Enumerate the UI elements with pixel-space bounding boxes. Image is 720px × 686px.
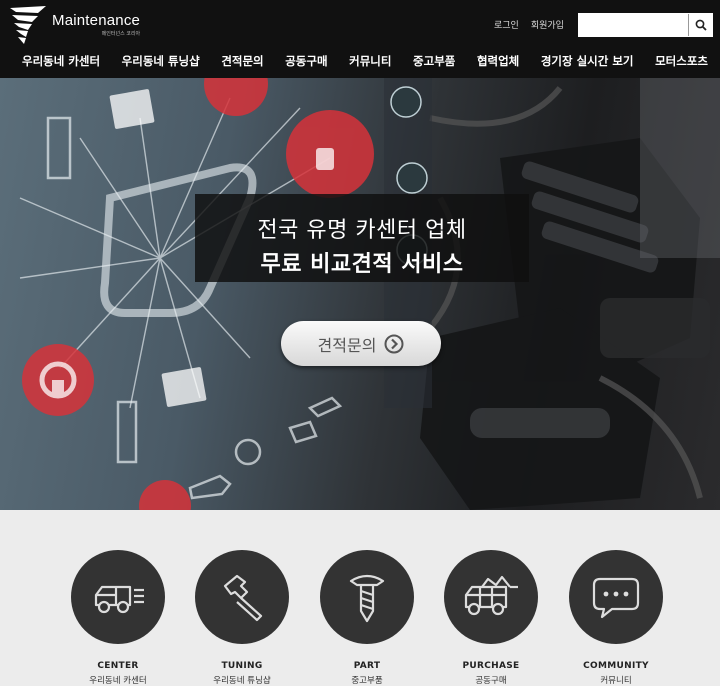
search-button[interactable]	[688, 14, 712, 36]
login-link[interactable]: 로그인	[494, 18, 519, 31]
truck-icon	[94, 585, 144, 614]
hammer-icon	[223, 574, 263, 622]
cart-icon	[464, 575, 518, 616]
search-input[interactable]	[579, 14, 689, 36]
service-purchase[interactable]: PURCHASE 공동구매	[426, 550, 556, 686]
nav-item-motorsports[interactable]: 모터스포츠	[655, 52, 708, 78]
service-center-subtitle: 우리동네 카센터	[89, 676, 147, 686]
search-icon	[695, 19, 707, 31]
hero-subheadline: 무료 비교견적 서비스	[260, 252, 464, 277]
service-center-circle	[71, 550, 165, 644]
service-center[interactable]: CENTER 우리동네 카센터	[53, 550, 183, 686]
nav-item-estimate[interactable]: 견적문의	[221, 52, 263, 78]
logo-subtitle: 메인터넌스 코리아	[101, 31, 141, 37]
service-purchase-title: PURCHASE	[462, 661, 520, 671]
chevron-right-circle-icon	[384, 334, 404, 353]
service-tuning-circle	[195, 550, 289, 644]
main-nav: 우리동네 카센터 우리동네 튜닝샵 견적문의 공동구매 커뮤니티 중고부품 협력…	[0, 52, 720, 78]
service-community-circle	[569, 550, 663, 644]
site-logo[interactable]: Maintenance 메인터넌스 코리아	[8, 4, 140, 46]
account-links: 로그인 회원가입	[494, 18, 564, 31]
service-community[interactable]: COMMUNITY 커뮤니티	[551, 550, 681, 686]
service-tuning-title: TUNING	[221, 661, 263, 671]
screw-icon	[349, 574, 385, 623]
estimate-button-label: 견적문의	[317, 335, 377, 355]
chat-bubble-icon	[592, 577, 640, 619]
hero-headline-box: 전국 유명 카센터 업체 무료 비교견적 서비스	[195, 194, 529, 282]
nav-item-used-parts[interactable]: 중고부품	[413, 52, 455, 78]
service-purchase-subtitle: 공동구매	[475, 676, 507, 686]
nav-item-tuning-shop[interactable]: 우리동네 튜닝샵	[122, 52, 200, 78]
service-part-subtitle: 중고부품	[351, 676, 383, 686]
search-box	[578, 13, 713, 37]
nav-item-live-stadium[interactable]: 경기장 실시간 보기	[541, 52, 634, 78]
logo-mark-icon	[10, 6, 46, 44]
service-part-title: PART	[353, 661, 381, 671]
service-part-circle	[320, 550, 414, 644]
estimate-inquiry-button[interactable]: 견적문의	[281, 321, 441, 366]
nav-item-partners[interactable]: 협력업체	[477, 52, 519, 78]
service-center-title: CENTER	[97, 661, 139, 671]
nav-item-group-purchase[interactable]: 공동구매	[285, 52, 327, 78]
service-tuning-subtitle: 우리동네 튜닝샵	[213, 676, 271, 686]
site-header: Maintenance 메인터넌스 코리아 로그인 회원가입 우리동네 카센터 …	[0, 0, 720, 78]
signup-link[interactable]: 회원가입	[531, 18, 564, 31]
logo-wordmark: Maintenance	[52, 12, 141, 29]
service-community-subtitle: 커뮤니티	[600, 676, 632, 686]
nav-item-community[interactable]: 커뮤니티	[349, 52, 391, 78]
service-community-title: COMMUNITY	[583, 661, 649, 671]
service-part[interactable]: PART 중고부품	[302, 550, 432, 686]
hero-background-illustration	[19, 78, 720, 510]
hero-banner: 전국 유명 카센터 업체 무료 비교견적 서비스 견적문의	[0, 78, 720, 510]
service-tuning[interactable]: TUNING 우리동네 튜닝샵	[177, 550, 307, 686]
service-categories: CENTER 우리동네 카센터 TUNING 우리동네 튜닝샵 PART 중고부…	[0, 510, 720, 686]
hero-headline: 전국 유명 카센터 업체	[257, 218, 467, 243]
service-purchase-circle	[444, 550, 538, 644]
nav-item-car-center[interactable]: 우리동네 카센터	[22, 52, 100, 78]
